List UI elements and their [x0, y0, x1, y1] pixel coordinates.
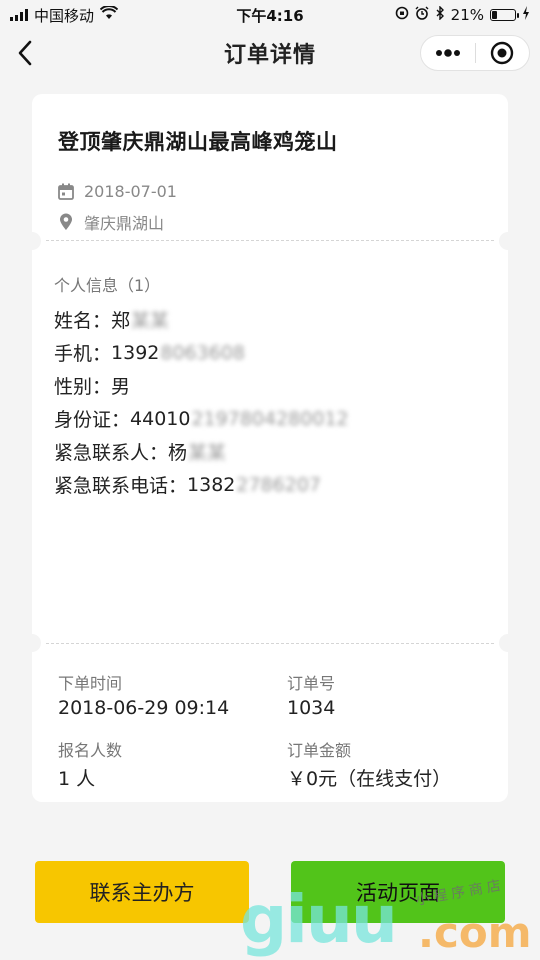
- close-mini-program-button[interactable]: [476, 36, 530, 70]
- participant-count-label: 报名人数: [58, 741, 123, 760]
- order-time-label: 下单时间: [58, 674, 123, 693]
- nav-bar: 订单详情: [0, 30, 540, 76]
- info-row-emergency-contact: 紧急联系人： 杨 某某: [54, 438, 226, 465]
- event-location: 肇庆鼎湖山: [84, 214, 165, 233]
- info-value: 44010: [130, 407, 191, 430]
- info-value: 郑: [111, 310, 131, 332]
- card-notch: [23, 232, 41, 250]
- event-location-row: 肇庆鼎湖山: [58, 210, 164, 234]
- order-number-value: 1034: [287, 697, 336, 719]
- charging-icon: [522, 6, 530, 24]
- card-notch: [499, 634, 517, 652]
- masked-value: 某某: [188, 442, 227, 464]
- chevron-left-icon: [18, 40, 32, 66]
- masked-value: 2197804280012: [191, 407, 349, 430]
- info-value: 杨: [168, 442, 188, 464]
- status-right: 21%: [395, 5, 530, 24]
- info-label: 身份证：: [54, 409, 131, 431]
- contact-organizer-button[interactable]: 联系主办方: [35, 861, 249, 923]
- calendar-icon: [58, 183, 74, 200]
- info-value: 1392: [111, 341, 160, 364]
- more-button[interactable]: [421, 36, 475, 70]
- info-label: 手机：: [54, 343, 112, 365]
- info-label: 紧急联系电话：: [54, 475, 188, 497]
- masked-value: 某某: [131, 310, 170, 332]
- order-amount-value: ￥0元（在线支付）: [287, 768, 452, 790]
- activity-page-button[interactable]: 活动页面: [291, 861, 505, 923]
- status-left: 中国移动: [10, 5, 119, 26]
- order-number-label: 订单号: [287, 674, 336, 693]
- card-notch: [499, 232, 517, 250]
- participant-count-value: 1 人: [58, 768, 96, 790]
- info-label: 紧急联系人：: [54, 442, 169, 464]
- info-row-name: 姓名： 郑 某某: [54, 306, 169, 333]
- event-date-row: 2018-07-01: [58, 182, 177, 201]
- dashed-divider: [46, 643, 494, 644]
- personal-info-label: 个人信息（1）: [54, 276, 161, 295]
- back-button[interactable]: [10, 38, 40, 68]
- mini-program-capsule: [420, 35, 530, 71]
- info-label: 性别：: [54, 376, 112, 398]
- event-date: 2018-07-01: [84, 182, 177, 201]
- status-bar: 中国移动 下午4:16 21%: [0, 0, 540, 30]
- info-row-emergency-phone: 紧急联系电话： 1382 2786207: [54, 471, 321, 498]
- location-pin-icon: [60, 213, 72, 230]
- info-row-phone: 手机： 1392 8063608: [54, 339, 245, 366]
- dashed-divider: [46, 240, 494, 241]
- signal-icon: [10, 9, 28, 21]
- carrier-label: 中国移动: [34, 6, 95, 25]
- wifi-icon: [99, 5, 119, 24]
- battery-icon: [490, 9, 519, 21]
- order-amount-label: 订单金额: [287, 741, 352, 760]
- lock-rotation-icon: [395, 6, 409, 24]
- card-notch: [23, 634, 41, 652]
- info-value: 1382: [187, 473, 236, 496]
- bluetooth-icon: [435, 5, 445, 24]
- battery-percent: 21%: [450, 6, 484, 24]
- more-dots-icon: [435, 49, 460, 57]
- event-title: 登顶肇庆鼎湖山最高峰鸡笼山: [58, 130, 338, 154]
- info-value: 男: [111, 376, 131, 398]
- alarm-icon: [415, 6, 429, 24]
- info-label: 姓名：: [54, 310, 112, 332]
- info-row-gender: 性别： 男: [54, 372, 130, 399]
- target-icon: [491, 41, 514, 65]
- order-time-value: 2018-06-29 09:14: [58, 697, 230, 719]
- masked-value: 2786207: [236, 473, 321, 496]
- order-card: 登顶肇庆鼎湖山最高峰鸡笼山 2018-07-01 肇庆鼎湖山 个人信息（1） 姓…: [23, 94, 517, 802]
- masked-value: 8063608: [160, 341, 245, 364]
- page-title: 订单详情: [223, 43, 316, 68]
- info-row-id-card: 身份证： 44010 2197804280012: [54, 405, 349, 432]
